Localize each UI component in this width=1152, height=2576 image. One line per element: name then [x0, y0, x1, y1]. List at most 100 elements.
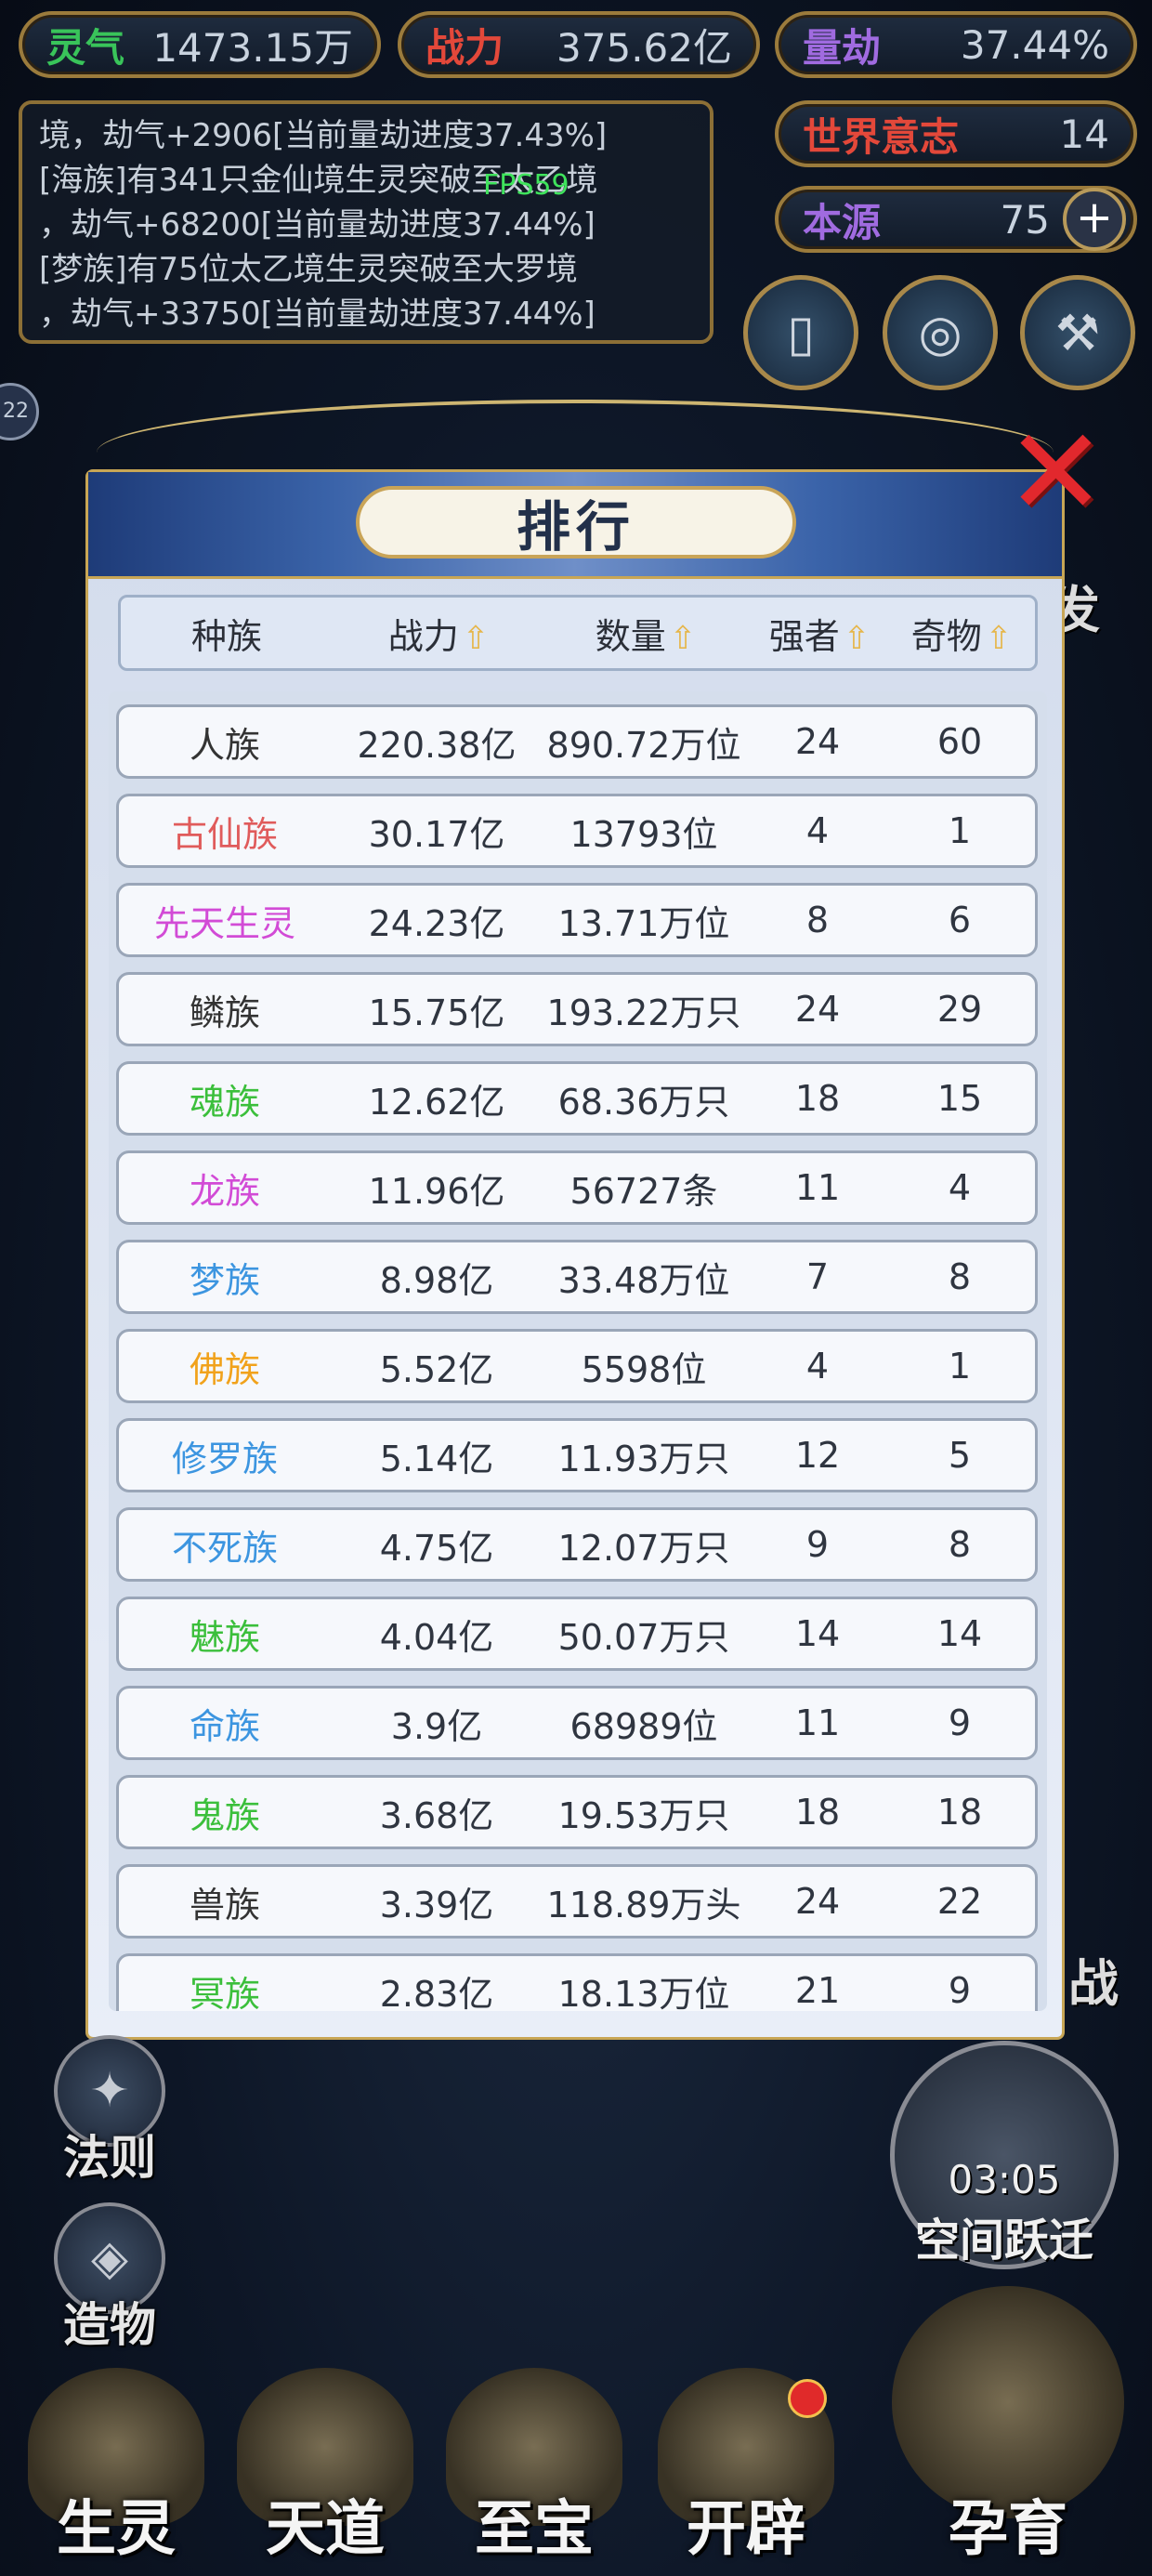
strong-cell: 21: [794, 1970, 841, 2011]
race-cell: 古仙族: [171, 813, 278, 855]
ranking-row[interactable]: 佛族 5.52亿 5598位 4 1: [116, 1329, 1038, 1403]
power-cell: 24.23亿: [368, 902, 505, 944]
ranking-row[interactable]: 魅族 4.04亿 50.07万只 14 14: [116, 1597, 1038, 1671]
hammer-button[interactable]: ⚒: [1020, 275, 1135, 390]
add-benyuan-button[interactable]: +: [1063, 188, 1126, 251]
ranking-row[interactable]: 命族 3.9亿 68989位 11 9: [116, 1686, 1038, 1760]
card-button[interactable]: ▯: [743, 275, 858, 390]
hammer-icon: ⚒: [1054, 303, 1101, 362]
count-cell: 890.72万位: [546, 724, 741, 766]
race-cell: 魂族: [189, 1081, 260, 1123]
race-cell: 佛族: [189, 1348, 260, 1390]
liangjie-stat: 量劫 37.44%: [775, 11, 1137, 78]
strong-cell: 18: [794, 1792, 841, 1833]
race-cell: 冥族: [189, 1973, 260, 2012]
items-cell: 9: [948, 1702, 972, 1743]
power-cell: 30.17亿: [368, 813, 505, 855]
nav-zhibao[interactable]: 至宝: [437, 2368, 632, 2576]
nav-shengling[interactable]: 生灵: [19, 2368, 214, 2576]
strong-cell: 9: [805, 1524, 830, 1565]
count-cell: 50.07万只: [557, 1616, 730, 1658]
ranking-row[interactable]: 鬼族 3.68亿 19.53万只 18 18: [116, 1775, 1038, 1849]
ranking-row[interactable]: 人族 220.38亿 890.72万位 24 60: [116, 704, 1038, 779]
items-cell: 14: [936, 1613, 983, 1654]
sort-icon: ⇧: [843, 619, 871, 657]
power-cell: 15.75亿: [368, 992, 505, 1033]
lingqi-value: 1473.15万: [152, 24, 353, 71]
count-cell: 118.89万头: [546, 1884, 741, 1925]
race-cell: 兽族: [189, 1884, 260, 1925]
benyuan-label: 本源: [803, 199, 882, 245]
fps-counter: FPS59: [483, 169, 569, 202]
ranking-row[interactable]: 魂族 12.62亿 68.36万只 18 15: [116, 1061, 1038, 1136]
shijie-value: 14: [1059, 111, 1109, 157]
items-cell: 29: [936, 989, 983, 1030]
col-count-sort[interactable]: 数量 ⇧: [544, 608, 747, 659]
strong-cell: 12: [794, 1435, 841, 1476]
items-cell: 1: [948, 1346, 972, 1387]
race-cell: 鬼族: [189, 1794, 260, 1836]
power-cell: 4.04亿: [379, 1616, 494, 1658]
log-line: [海族]有341只金仙境生灵突破至太乙境: [39, 162, 598, 199]
col-race: 种族: [190, 615, 262, 657]
ranking-row[interactable]: 兽族 3.39亿 118.89万头 24 22: [116, 1864, 1038, 1939]
card-icon: ▯: [787, 303, 815, 362]
close-button[interactable]: ✕: [1005, 412, 1106, 532]
ranking-row[interactable]: 龙族 11.96亿 56727条 11 4: [116, 1150, 1038, 1225]
count-cell: 19.53万只: [557, 1794, 730, 1836]
ranking-row[interactable]: 不死族 4.75亿 12.07万只 9 8: [116, 1507, 1038, 1582]
race-cell: 龙族: [189, 1170, 260, 1212]
race-cell: 魅族: [189, 1616, 260, 1658]
rules-button[interactable]: ✦ 法则: [45, 2035, 175, 2185]
items-cell: 4: [948, 1167, 972, 1208]
strong-cell: 4: [805, 810, 830, 851]
count-cell: 12.07万只: [557, 1527, 730, 1569]
ranking-row[interactable]: 先天生灵 24.23亿 13.71万位 8 6: [116, 883, 1038, 957]
right-side-label-zhan[interactable]: 战: [1068, 1942, 1119, 2016]
zhanli-stat: 战力 375.62亿: [398, 11, 760, 78]
level-badge[interactable]: 22: [0, 383, 39, 440]
column-header-bar: 种族 战力 ⇧ 数量 ⇧ 强者 ⇧ 奇物 ⇧: [118, 595, 1038, 671]
portal-button[interactable]: ◎: [883, 275, 998, 390]
creation-button[interactable]: ◈ 造物: [45, 2202, 175, 2352]
log-line: 境，劫气+2906[当前量劫进度37.43%]: [39, 117, 608, 154]
ranking-row[interactable]: 鳞族 15.75亿 193.22万只 24 29: [116, 972, 1038, 1046]
ranking-row[interactable]: 冥族 2.83亿 18.13万位 21 9: [116, 1953, 1038, 2011]
log-line: [梦族]有75位太乙境生灵突破至大罗境: [39, 251, 578, 288]
ranking-modal: 排行 种族 战力 ⇧ 数量 ⇧ 强者 ⇧ 奇物 ⇧ 人族 220.38亿 890.72万位 2…: [85, 469, 1065, 2040]
ranking-row[interactable]: 修罗族 5.14亿 11.93万只 12 5: [116, 1418, 1038, 1492]
space-jump-button[interactable]: 03:05 空间跃迁: [890, 2041, 1119, 2269]
race-cell: 修罗族: [171, 1438, 278, 1479]
col-items-sort[interactable]: 奇物 ⇧: [892, 608, 1031, 659]
ranking-list[interactable]: 人族 220.38亿 890.72万位 24 60 古仙族 30.17亿 13793位 4 1 先天…: [109, 691, 1047, 2011]
strong-cell: 24: [794, 989, 841, 1030]
shijie-label: 世界意志: [803, 113, 960, 160]
sort-icon: ⇧: [462, 619, 490, 657]
race-cell: 鳞族: [189, 992, 260, 1033]
col-power-sort[interactable]: 战力 ⇧: [333, 608, 544, 659]
nav-label: 孕育: [949, 2495, 1067, 2564]
col-strong-sort[interactable]: 强者 ⇧: [747, 608, 892, 659]
race-cell: 命族: [189, 1705, 260, 1747]
race-cell: 先天生灵: [153, 902, 295, 944]
ranking-row[interactable]: 古仙族 30.17亿 13793位 4 1: [116, 794, 1038, 868]
count-cell: 13.71万位: [557, 902, 730, 944]
nav-tiandao[interactable]: 天道: [228, 2368, 423, 2576]
creation-label: 造物: [63, 2298, 156, 2352]
items-cell: 8: [948, 1256, 972, 1297]
nav-kaipi[interactable]: 开辟: [648, 2368, 844, 2576]
sort-icon: ⇧: [985, 619, 1013, 657]
ranking-row[interactable]: 梦族 8.98亿 33.48万位 7 8: [116, 1240, 1038, 1314]
nav-label: 天道: [266, 2495, 385, 2564]
lingqi-label: 灵气: [46, 24, 125, 71]
items-cell: 9: [948, 1970, 972, 2011]
power-cell: 5.52亿: [379, 1348, 494, 1390]
space-jump-timer: 03:05: [948, 2157, 1061, 2202]
strong-cell: 11: [794, 1167, 841, 1208]
nav-yunyu[interactable]: 孕育: [883, 2286, 1133, 2576]
power-cell: 12.62亿: [368, 1081, 505, 1123]
power-cell: 5.14亿: [379, 1438, 494, 1479]
zhanli-label: 战力: [425, 24, 504, 71]
count-cell: 11.93万只: [557, 1438, 730, 1479]
items-cell: 5: [948, 1435, 972, 1476]
